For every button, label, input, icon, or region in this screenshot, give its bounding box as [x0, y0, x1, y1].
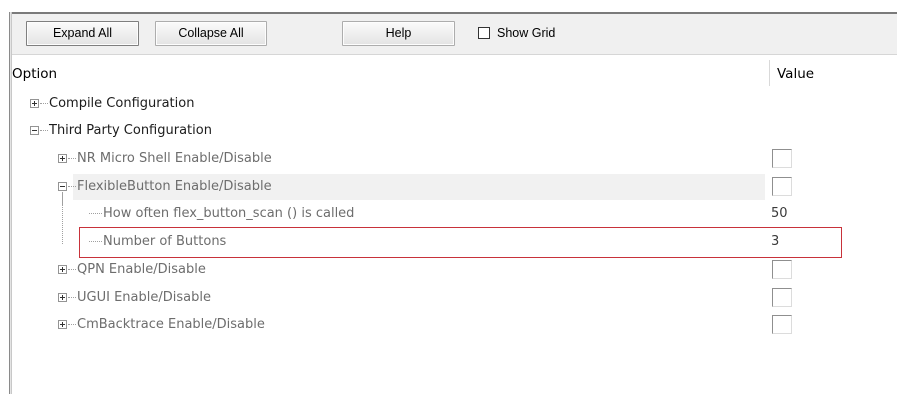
tree-row-ugui[interactable]: UGUI Enable/Disable	[12, 286, 897, 310]
show-grid-label: Show Grid	[497, 26, 556, 40]
flexible-button-checkbox[interactable]	[772, 177, 792, 196]
tree-connector	[40, 130, 48, 131]
tree-row-number-of-buttons[interactable]: Number of Buttons 3	[12, 230, 897, 254]
expand-all-button[interactable]: Expand All	[26, 21, 139, 46]
tree-connector	[89, 241, 102, 242]
collapse-all-button[interactable]: Collapse All	[155, 21, 267, 46]
expand-plus-icon[interactable]	[58, 154, 67, 163]
collapse-minus-icon[interactable]	[58, 182, 67, 191]
tree-item-label: UGUI Enable/Disable	[77, 290, 211, 305]
tree-row-nr-micro-shell[interactable]: NR Micro Shell Enable/Disable	[12, 147, 897, 171]
ugui-checkbox[interactable]	[772, 288, 792, 307]
tree-row-compile-configuration[interactable]: Compile Configuration	[12, 92, 897, 116]
tree-connector	[68, 186, 76, 187]
tree-row-third-party-configuration[interactable]: Third Party Configuration	[12, 119, 897, 143]
toolbar: Expand All Collapse All Help Show Grid	[12, 14, 897, 55]
column-header: Option Value	[12, 56, 897, 92]
tree-item-label: NR Micro Shell Enable/Disable	[77, 151, 272, 166]
tree-connector	[89, 213, 102, 214]
tree-connector	[40, 103, 48, 104]
tree-connector	[68, 297, 76, 298]
tree-item-label: CmBacktrace Enable/Disable	[77, 317, 265, 332]
show-grid-checkbox-box[interactable]	[478, 27, 490, 39]
tree-row-qpn[interactable]: QPN Enable/Disable	[12, 258, 897, 282]
column-divider[interactable]	[769, 60, 770, 86]
tree-item-label: How often flex_button_scan () is called	[103, 206, 355, 221]
qpn-checkbox[interactable]	[772, 260, 792, 279]
expand-plus-icon[interactable]	[58, 293, 67, 302]
expand-plus-icon[interactable]	[30, 99, 39, 108]
scan-interval-value[interactable]: 50	[771, 206, 788, 221]
expand-plus-icon[interactable]	[58, 320, 67, 329]
tree-item-label: FlexibleButton Enable/Disable	[77, 179, 272, 194]
tree-item-label: Third Party Configuration	[49, 123, 212, 138]
tree-row-flexible-button[interactable]: FlexibleButton Enable/Disable	[12, 175, 897, 199]
tree-item-label: Number of Buttons	[103, 234, 227, 249]
tree-connector	[68, 269, 76, 270]
cmbacktrace-checkbox[interactable]	[772, 315, 792, 334]
nr-micro-shell-checkbox[interactable]	[772, 149, 792, 168]
help-button[interactable]: Help	[342, 21, 455, 46]
tree-row-cmbacktrace[interactable]: CmBacktrace Enable/Disable	[12, 313, 897, 337]
tree-connector	[68, 324, 76, 325]
collapse-minus-icon[interactable]	[30, 126, 39, 135]
value-column-header[interactable]: Value	[777, 66, 814, 82]
option-column-header[interactable]: Option	[12, 66, 57, 82]
tree-row-scan-interval[interactable]: How often flex_button_scan () is called …	[12, 202, 897, 226]
tree-connector	[68, 158, 76, 159]
tree-item-label: QPN Enable/Disable	[77, 262, 206, 277]
tree-item-label: Compile Configuration	[49, 96, 195, 111]
expand-plus-icon[interactable]	[58, 265, 67, 274]
number-of-buttons-value[interactable]: 3	[771, 234, 779, 249]
